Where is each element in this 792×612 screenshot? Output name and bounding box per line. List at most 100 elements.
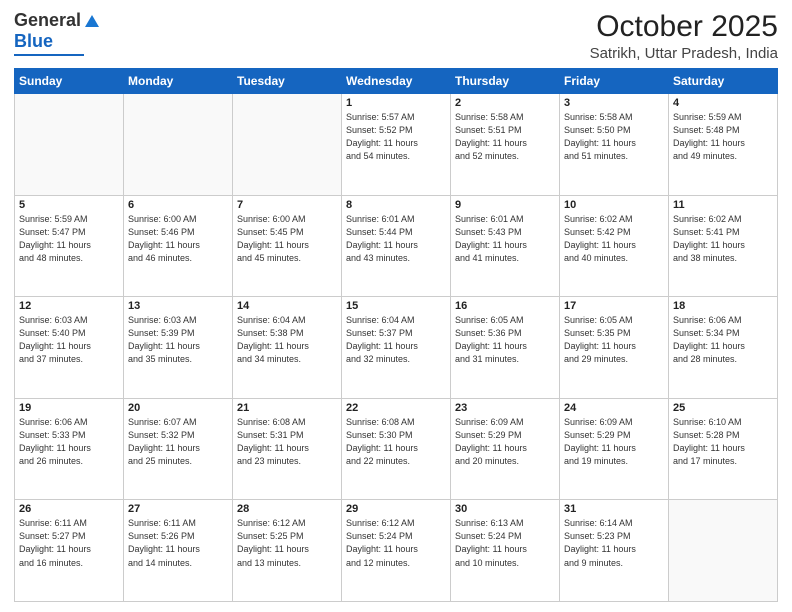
day-info: Sunrise: 6:02 AM Sunset: 5:42 PM Dayligh… [564,213,664,265]
day-info: Sunrise: 6:01 AM Sunset: 5:43 PM Dayligh… [455,213,555,265]
day-number: 11 [673,199,773,211]
calendar-cell: 21 Sunrise: 6:08 AM Sunset: 5:31 PM Dayli… [233,398,342,500]
day-number: 10 [564,199,664,211]
calendar-cell: 26Sunrise: 6:11 AM Sunset: 5:27 PM Dayli… [15,500,124,602]
day-info: Sunrise: 6:00 AM Sunset: 5:46 PM Dayligh… [128,213,228,265]
calendar-cell [124,94,233,196]
logo-general: General [14,10,81,31]
calendar-cell [233,94,342,196]
day-info: Sunrise: 6:09 AM Sunset: 5:29 PM Dayligh… [564,416,664,468]
calendar-cell: 1 Sunrise: 5:57 AM Sunset: 5:52 PM Daylig… [342,94,451,196]
month-title: October 2025 [590,10,778,44]
day-info: Sunrise: 6:10 AM Sunset: 5:28 PM Dayligh… [673,416,773,468]
calendar-cell: 15 Sunrise: 6:04 AM Sunset: 5:37 PM Dayli… [342,297,451,399]
day-info: Sunrise: 6:06 AM Sunset: 5:33 PM Dayligh… [19,416,119,468]
calendar-cell: 4Sunrise: 5:59 AM Sunset: 5:48 PM Daylig… [669,94,778,196]
day-info: Sunrise: 6:01 AM Sunset: 5:44 PM Dayligh… [346,213,446,265]
day-number: 2 [455,97,555,109]
day-info: Sunrise: 6:09 AM Sunset: 5:29 PM Dayligh… [455,416,555,468]
day-number: 26 [19,503,119,515]
location-title: Satrikh, Uttar Pradesh, India [590,45,778,62]
day-number: 31 [564,503,664,515]
calendar-cell: 14 Sunrise: 6:04 AM Sunset: 5:38 PM Dayli… [233,297,342,399]
week-row-3: 19 Sunrise: 6:06 AM Sunset: 5:33 PM Dayli… [15,398,778,500]
logo: General Blue [14,10,99,56]
calendar-cell: 13Sunrise: 6:03 AM Sunset: 5:39 PM Dayli… [124,297,233,399]
calendar-cell: 25 Sunrise: 6:10 AM Sunset: 5:28 PM Dayli… [669,398,778,500]
week-row-0: 1 Sunrise: 5:57 AM Sunset: 5:52 PM Daylig… [15,94,778,196]
day-info: Sunrise: 6:11 AM Sunset: 5:26 PM Dayligh… [128,517,228,569]
day-number: 19 [19,402,119,414]
calendar-cell: 2 Sunrise: 5:58 AM Sunset: 5:51 PM Daylig… [451,94,560,196]
day-number: 18 [673,300,773,312]
col-friday: Friday [560,69,669,94]
calendar-table: Sunday Monday Tuesday Wednesday Thursday… [14,68,778,602]
calendar-cell [15,94,124,196]
day-number: 23 [455,402,555,414]
day-info: Sunrise: 6:06 AM Sunset: 5:34 PM Dayligh… [673,314,773,366]
day-number: 14 [237,300,337,312]
day-info: Sunrise: 5:58 AM Sunset: 5:50 PM Dayligh… [564,111,664,163]
day-info: Sunrise: 5:58 AM Sunset: 5:51 PM Dayligh… [455,111,555,163]
calendar-cell: 11 Sunrise: 6:02 AM Sunset: 5:41 PM Dayli… [669,195,778,297]
calendar-cell: 19 Sunrise: 6:06 AM Sunset: 5:33 PM Dayli… [15,398,124,500]
day-number: 8 [346,199,446,211]
calendar-cell: 30 Sunrise: 6:13 AM Sunset: 5:24 PM Dayli… [451,500,560,602]
day-number: 25 [673,402,773,414]
day-number: 3 [564,97,664,109]
day-number: 29 [346,503,446,515]
day-info: Sunrise: 6:08 AM Sunset: 5:30 PM Dayligh… [346,416,446,468]
week-row-2: 12Sunrise: 6:03 AM Sunset: 5:40 PM Dayli… [15,297,778,399]
calendar-cell: 17 Sunrise: 6:05 AM Sunset: 5:35 PM Dayli… [560,297,669,399]
day-info: Sunrise: 5:59 AM Sunset: 5:47 PM Dayligh… [19,213,119,265]
day-number: 27 [128,503,228,515]
calendar-cell: 16Sunrise: 6:05 AM Sunset: 5:36 PM Dayli… [451,297,560,399]
calendar-header-row: Sunday Monday Tuesday Wednesday Thursday… [15,69,778,94]
logo-triangle-icon [85,15,99,27]
day-info: Sunrise: 6:04 AM Sunset: 5:37 PM Dayligh… [346,314,446,366]
day-number: 5 [19,199,119,211]
day-number: 22 [346,402,446,414]
calendar-cell: 28 Sunrise: 6:12 AM Sunset: 5:25 PM Dayli… [233,500,342,602]
calendar-cell: 27 Sunrise: 6:11 AM Sunset: 5:26 PM Dayli… [124,500,233,602]
calendar-cell: 8 Sunrise: 6:01 AM Sunset: 5:44 PM Daylig… [342,195,451,297]
day-number: 16 [455,300,555,312]
logo-underline [14,54,84,56]
day-number: 9 [455,199,555,211]
day-number: 24 [564,402,664,414]
col-sunday: Sunday [15,69,124,94]
calendar-cell: 20 Sunrise: 6:07 AM Sunset: 5:32 PM Dayli… [124,398,233,500]
day-info: Sunrise: 6:12 AM Sunset: 5:25 PM Dayligh… [237,517,337,569]
day-number: 1 [346,97,446,109]
calendar-cell: 12Sunrise: 6:03 AM Sunset: 5:40 PM Dayli… [15,297,124,399]
day-number: 6 [128,199,228,211]
day-info: Sunrise: 5:57 AM Sunset: 5:52 PM Dayligh… [346,111,446,163]
day-info: Sunrise: 6:00 AM Sunset: 5:45 PM Dayligh… [237,213,337,265]
title-section: October 2025 Satrikh, Uttar Pradesh, Ind… [590,10,778,62]
day-info: Sunrise: 6:13 AM Sunset: 5:24 PM Dayligh… [455,517,555,569]
header: General Blue October 2025 Satrikh, Uttar… [14,10,778,62]
day-number: 28 [237,503,337,515]
day-info: Sunrise: 6:08 AM Sunset: 5:31 PM Dayligh… [237,416,337,468]
col-wednesday: Wednesday [342,69,451,94]
day-number: 15 [346,300,446,312]
calendar-cell: 10 Sunrise: 6:02 AM Sunset: 5:42 PM Dayli… [560,195,669,297]
day-info: Sunrise: 6:02 AM Sunset: 5:41 PM Dayligh… [673,213,773,265]
page: General Blue October 2025 Satrikh, Uttar… [0,0,792,612]
day-info: Sunrise: 6:07 AM Sunset: 5:32 PM Dayligh… [128,416,228,468]
calendar-cell: 5 Sunrise: 5:59 AM Sunset: 5:47 PM Daylig… [15,195,124,297]
day-number: 30 [455,503,555,515]
calendar-cell: 23 Sunrise: 6:09 AM Sunset: 5:29 PM Dayli… [451,398,560,500]
day-number: 17 [564,300,664,312]
col-saturday: Saturday [669,69,778,94]
day-number: 20 [128,402,228,414]
calendar-cell: 9 Sunrise: 6:01 AM Sunset: 5:43 PM Daylig… [451,195,560,297]
day-info: Sunrise: 6:04 AM Sunset: 5:38 PM Dayligh… [237,314,337,366]
day-info: Sunrise: 6:05 AM Sunset: 5:35 PM Dayligh… [564,314,664,366]
week-row-4: 26Sunrise: 6:11 AM Sunset: 5:27 PM Dayli… [15,500,778,602]
day-info: Sunrise: 6:03 AM Sunset: 5:40 PM Dayligh… [19,314,119,366]
day-number: 21 [237,402,337,414]
day-info: Sunrise: 6:14 AM Sunset: 5:23 PM Dayligh… [564,517,664,569]
col-thursday: Thursday [451,69,560,94]
day-info: Sunrise: 6:12 AM Sunset: 5:24 PM Dayligh… [346,517,446,569]
